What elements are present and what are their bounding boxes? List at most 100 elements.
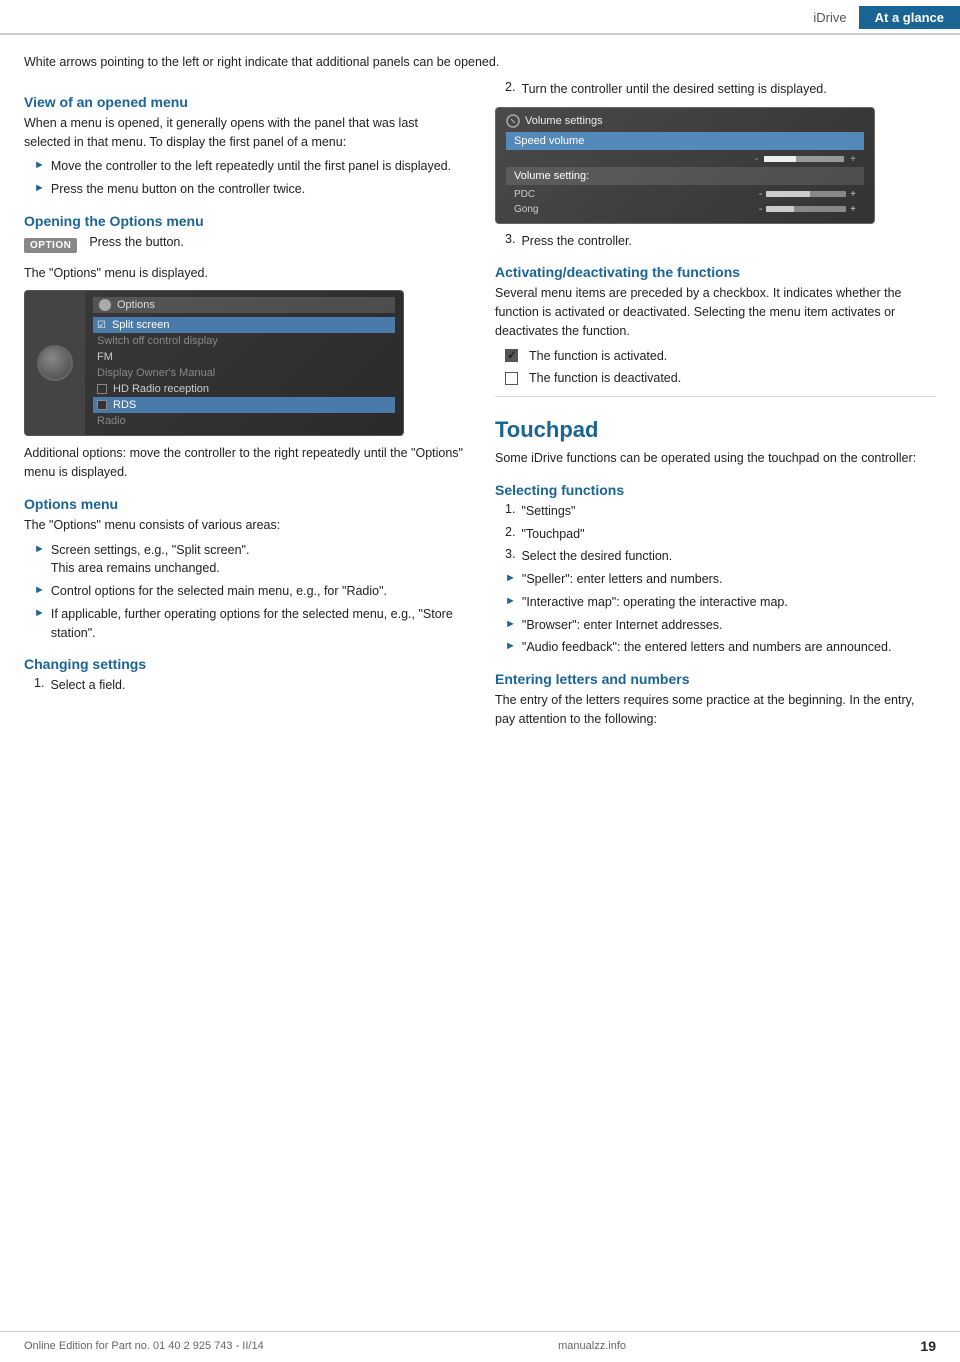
switch-off-label: Switch off control display [97, 335, 218, 347]
header-ataglance-label: At a glance [859, 6, 960, 29]
pdc-minus: - [759, 189, 762, 200]
entering-heading: Entering letters and numbers [495, 671, 936, 687]
view-bullet-1: ► Move the controller to the left repeat… [24, 157, 465, 176]
selecting-bullet-interactive: ► "Interactive map": operating the inter… [495, 593, 936, 612]
options-gear-icon [99, 299, 111, 311]
volume-title: Volume settings [506, 114, 864, 128]
selecting-bullet-text-speller: "Speller": enter letters and numbers. [522, 570, 723, 589]
view-bullet-2: ► Press the menu button on the controlle… [24, 180, 465, 199]
options-bullet-sub-1: This area remains unchanged. [51, 561, 220, 575]
options-item-radio: Radio [93, 413, 395, 429]
activating-para: Several menu items are preceded by a che… [495, 284, 936, 340]
volume-setting-item: Volume setting: [506, 167, 864, 185]
volume-speed-item: Speed volume [506, 132, 864, 150]
options-menu-intro: The "Options" menu consists of various a… [24, 516, 465, 535]
activating-heading: Activating/deactivating the functions [495, 264, 936, 280]
pdc-slider [766, 191, 846, 197]
options-item-fm: FM [93, 349, 395, 365]
fm-label: FM [97, 351, 113, 363]
selecting-bullet-browser: ► "Browser": enter Internet addresses. [495, 616, 936, 635]
speed-volume-fill [764, 156, 796, 162]
changing-step-1-text: Select a field. [50, 676, 125, 695]
header-idrive-label: iDrive [801, 6, 858, 29]
footer-online-text: Online Edition for Part no. 01 40 2 925 … [24, 1340, 264, 1352]
selecting-bullet-text-browser: "Browser": enter Internet addresses. [522, 616, 723, 635]
view-opened-menu-heading: View of an opened menu [24, 94, 465, 110]
gong-label: Gong [514, 204, 538, 215]
view-bullet-text-1: Move the controller to the left repeated… [51, 157, 451, 176]
options-bullet-3: ► If applicable, further operating optio… [24, 605, 465, 643]
options-item-switch-off: Switch off control display [93, 333, 395, 349]
display-manual-label: Display Owner's Manual [97, 367, 215, 379]
hd-radio-label: HD Radio reception [113, 383, 209, 395]
checkbox-deactivated-text: The function is deactivated. [529, 369, 681, 388]
selecting-step-2-num: 2. [505, 525, 515, 539]
additional-options-text: Additional options: move the controller … [24, 444, 465, 482]
options-screen-menu: Options ☑ Split screen Switch off contro… [85, 291, 403, 435]
right-step-3: 3. Press the controller. [495, 232, 936, 251]
selecting-step-3: 3. Select the desired function. [495, 547, 936, 566]
checkbox-deactivated-icon [505, 372, 518, 385]
right-step-2: 2. Turn the controller until the desired… [495, 80, 936, 99]
touchpad-heading: Touchpad [495, 417, 936, 443]
selecting-step-1-num: 1. [505, 502, 515, 516]
speed-plus: + [850, 154, 856, 165]
selecting-bullet-arrow-1: ► [505, 572, 516, 584]
right-column: 2. Turn the controller until the desired… [495, 80, 936, 735]
rds-checkbox-icon [97, 400, 107, 410]
rds-label: RDS [113, 399, 136, 411]
option-button-img: OPTION [24, 238, 77, 253]
footer-manual-url: manualzz.info [558, 1340, 626, 1352]
touchpad-para: Some iDrive functions can be operated us… [495, 449, 936, 468]
pdc-slider-fill [766, 191, 810, 197]
page-number: 19 [920, 1338, 936, 1354]
view-opened-menu-para: When a menu is opened, it generally open… [24, 114, 465, 152]
options-item-display-manual: Display Owner's Manual [93, 365, 395, 381]
main-content: View of an opened menu When a menu is op… [0, 80, 960, 735]
options-item-rds: RDS [93, 397, 395, 413]
pdc-bar: - + [759, 189, 856, 200]
options-screen-controller [25, 291, 85, 435]
options-bullet-arrow-1: ► [34, 543, 45, 555]
selecting-bullet-speller: ► "Speller": enter letters and numbers. [495, 570, 936, 589]
left-column: View of an opened menu When a menu is op… [24, 80, 465, 735]
view-bullet-text-2: Press the menu button on the controller … [51, 180, 305, 199]
gong-bar: - + [759, 204, 856, 215]
gong-minus: - [759, 204, 762, 215]
volume-settings-screen: Volume settings Speed volume - + Volume … [495, 107, 875, 224]
options-item-hd-radio: HD Radio reception [93, 381, 395, 397]
options-displayed-text: The "Options" menu is displayed. [24, 264, 465, 283]
options-bullet-text-1: Screen settings, e.g., "Split screen". [51, 543, 250, 557]
right-step-2-text: Turn the controller until the desired se… [521, 80, 826, 99]
options-title-bar: Options [93, 297, 395, 313]
page-header: iDrive At a glance [0, 0, 960, 35]
right-step-2-num: 2. [505, 80, 515, 94]
split-screen-checkbox-icon: ☑ [97, 320, 106, 331]
speed-volume-slider [764, 156, 844, 162]
gong-slider [766, 206, 846, 212]
right-step-3-text: Press the controller. [521, 232, 631, 251]
options-bullet-2: ► Control options for the selected main … [24, 582, 465, 601]
volume-title-text: Volume settings [525, 115, 603, 127]
speed-minus: - [755, 154, 758, 165]
radio-label: Radio [97, 415, 126, 427]
options-bullet-text-3: If applicable, further operating options… [51, 605, 465, 643]
changing-step-1-num: 1. [34, 676, 44, 690]
page-footer: Online Edition for Part no. 01 40 2 925 … [0, 1331, 960, 1354]
selecting-step-3-num: 3. [505, 547, 515, 561]
checkbox-activated-icon [505, 349, 518, 362]
selecting-step-1-text: "Settings" [521, 502, 575, 521]
selecting-functions-heading: Selecting functions [495, 482, 936, 498]
section-divider [495, 396, 936, 397]
hd-radio-checkbox-icon [97, 384, 107, 394]
volume-icon [506, 114, 520, 128]
volume-pdc-row: PDC - + [506, 187, 864, 202]
checkbox-deactivated-row: The function is deactivated. [495, 369, 936, 388]
top-paragraph: White arrows pointing to the left or rig… [0, 45, 960, 72]
pdc-plus: + [850, 189, 856, 200]
selecting-step-2-text: "Touchpad" [521, 525, 584, 544]
entering-para: The entry of the letters requires some p… [495, 691, 936, 729]
options-bullet-1: ► Screen settings, e.g., "Split screen".… [24, 541, 465, 579]
gong-slider-fill [766, 206, 794, 212]
press-button-text: Press the button. [89, 233, 184, 252]
